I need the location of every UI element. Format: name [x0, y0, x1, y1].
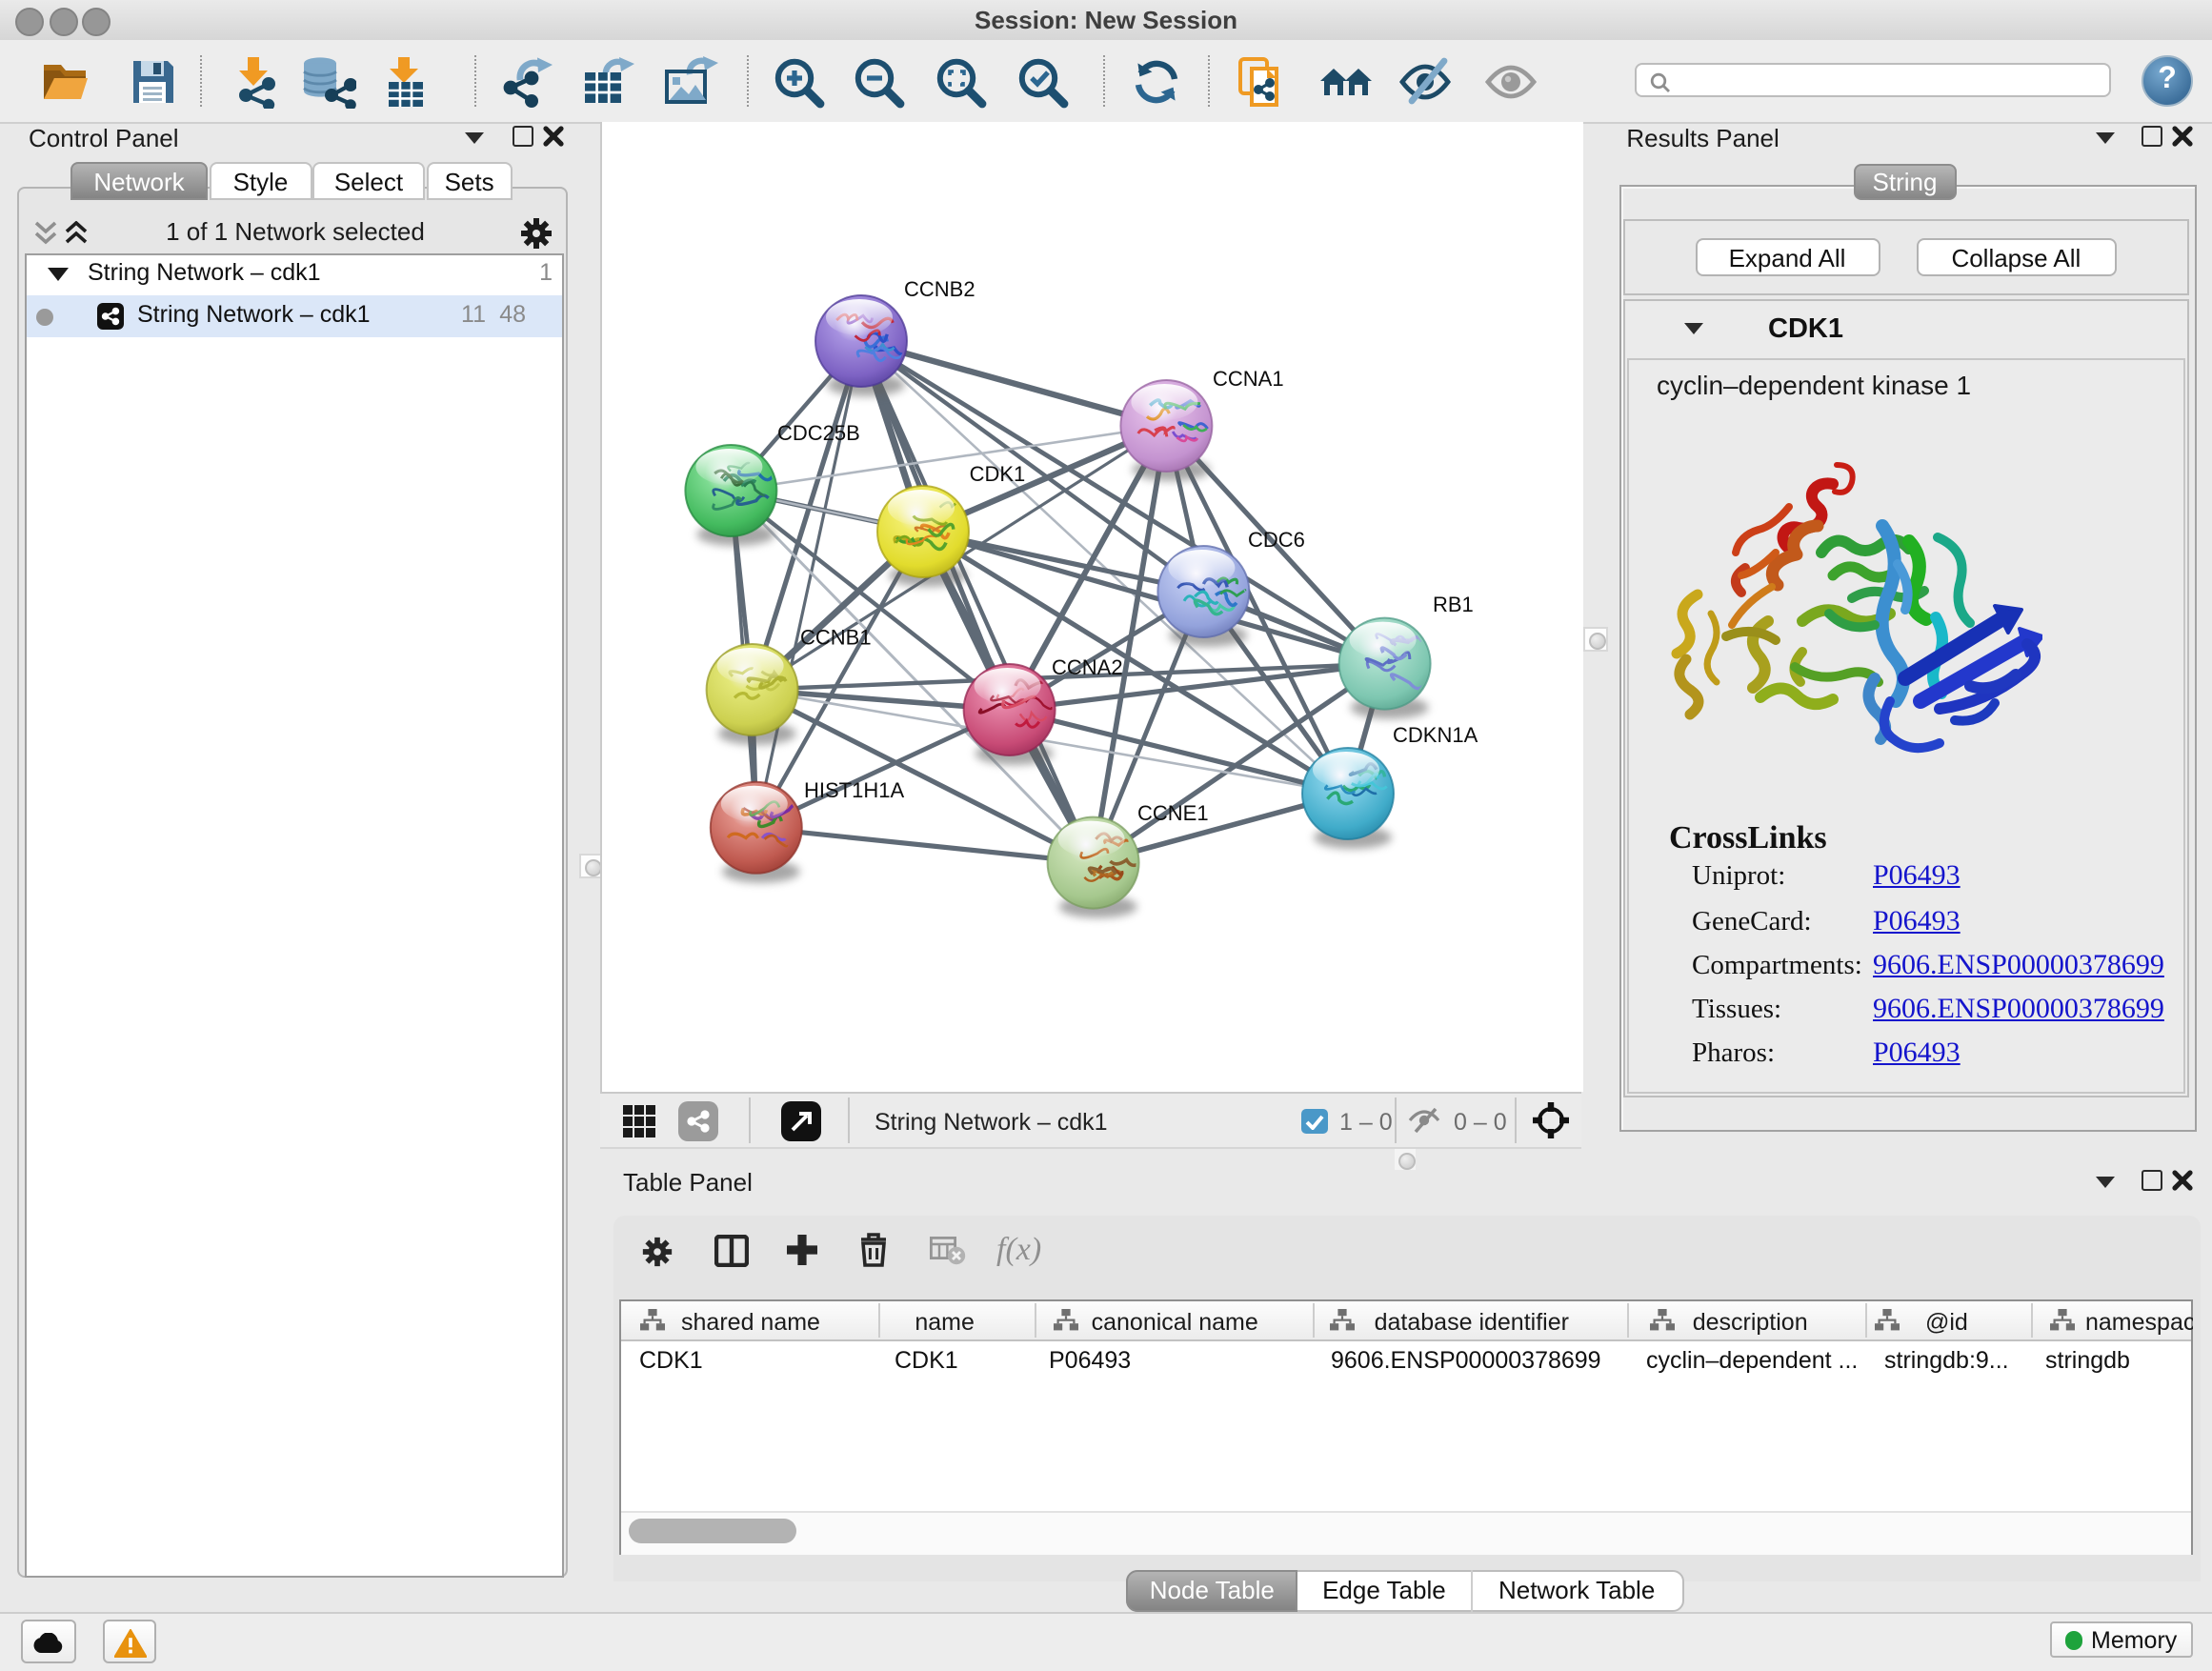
svg-text:CDC25B: CDC25B: [777, 420, 860, 444]
svg-text:CCNA2: CCNA2: [1052, 654, 1123, 678]
svg-text:CCNA1: CCNA1: [1213, 366, 1284, 390]
svg-text:CDKN1A: CDKN1A: [1393, 722, 1478, 746]
svg-text:CDC6: CDC6: [1248, 527, 1305, 551]
svg-text:HIST1H1A: HIST1H1A: [804, 777, 904, 801]
svg-text:CCNB1: CCNB1: [800, 625, 872, 649]
svg-text:CCNB2: CCNB2: [904, 276, 975, 300]
svg-text:CDK1: CDK1: [970, 461, 1026, 485]
svg-text:CCNE1: CCNE1: [1137, 800, 1209, 824]
svg-text:RB1: RB1: [1433, 592, 1474, 615]
